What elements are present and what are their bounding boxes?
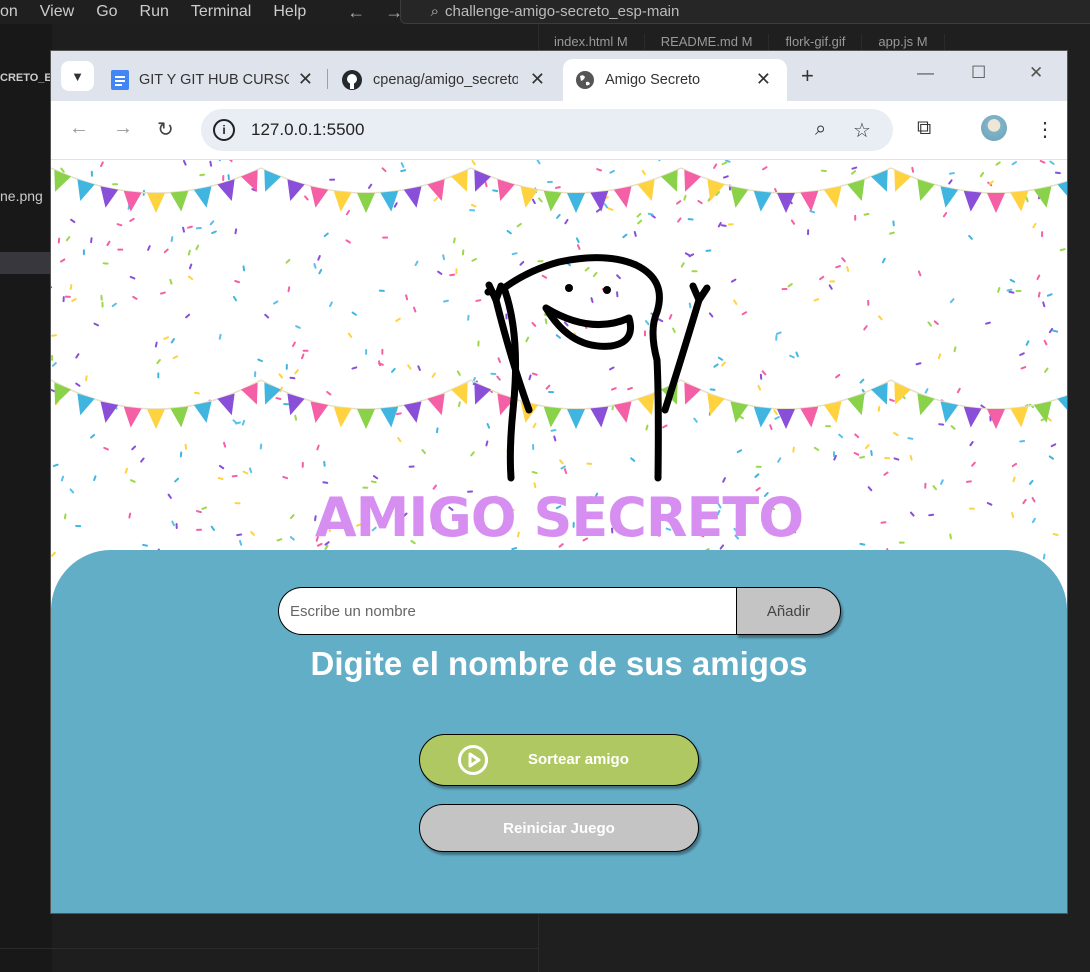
tab-title: Amigo Secreto	[605, 72, 701, 88]
github-icon	[342, 70, 362, 90]
globe-icon	[576, 71, 594, 89]
tab-title: cpenag/amigo_secreto	[373, 72, 518, 88]
close-icon[interactable]: ✕	[756, 69, 771, 90]
back-arrow-icon[interactable]: ←	[337, 2, 375, 23]
play-icon	[458, 745, 488, 775]
tab-strip: ▼ GIT Y GIT HUB CURSO ✕ cpenag/amigo_sec…	[51, 51, 1067, 101]
divider	[0, 948, 538, 949]
search-icon: ⌕	[430, 3, 440, 20]
tab-github-repo[interactable]: cpenag/amigo_secreto ✕	[333, 59, 561, 101]
menu-item-run[interactable]: Run	[129, 0, 180, 24]
chevron-down-icon: ▼	[71, 68, 84, 84]
reload-icon[interactable]: ↻	[157, 117, 174, 142]
explorer-folder-label: CRETO_E	[0, 72, 52, 84]
bookmark-star-icon[interactable]: ☆	[853, 118, 871, 143]
close-window-icon[interactable]: ✕	[1029, 63, 1043, 83]
google-docs-icon	[111, 70, 129, 90]
explorer-file-item[interactable]: ne.png	[0, 188, 43, 204]
close-icon[interactable]: ✕	[530, 69, 545, 90]
flork-character-illustration	[484, 254, 711, 482]
forward-icon[interactable]: →	[113, 117, 133, 140]
menu-item-selection[interactable]: on	[0, 0, 29, 24]
menu-item-go[interactable]: Go	[85, 0, 128, 24]
explorer-selected-row[interactable]	[0, 252, 52, 274]
tab-amigo-secreto[interactable]: Amigo Secreto ✕	[563, 59, 787, 101]
back-icon[interactable]: ←	[69, 117, 89, 140]
site-info-icon[interactable]: i	[213, 119, 235, 141]
minimize-icon[interactable]: —	[917, 63, 934, 83]
page-title: AMIGO SECRETO	[314, 486, 804, 549]
kebab-menu-icon[interactable]: ⋮	[1035, 117, 1055, 142]
menu-item-terminal[interactable]: Terminal	[180, 0, 262, 24]
new-tab-plus-icon[interactable]: +	[801, 63, 814, 89]
name-input[interactable]	[278, 587, 738, 635]
avatar[interactable]	[981, 115, 1007, 141]
menu-item-view[interactable]: View	[29, 0, 85, 24]
command-center-search[interactable]: ⌕ challenge-amigo-secreto_esp-main	[400, 0, 1090, 24]
extensions-puzzle-icon[interactable]: ⧉	[917, 117, 931, 140]
tab-search-button[interactable]: ▼	[61, 61, 94, 91]
workspace-name: challenge-amigo-secreto_esp-main	[445, 3, 680, 20]
url-text[interactable]: 127.0.0.1:5500	[251, 120, 364, 140]
explorer-sidebar	[0, 24, 52, 972]
close-icon[interactable]: ✕	[298, 69, 313, 90]
page-content: AMIGO SECRETO Añadir Digite el nombre de…	[51, 160, 1067, 913]
reset-game-button[interactable]: Reiniciar Juego	[419, 804, 699, 852]
hero-banner: AMIGO SECRETO	[51, 160, 1067, 580]
main-panel: Añadir Digite el nombre de sus amigos So…	[51, 550, 1067, 913]
tab-git-curso[interactable]: GIT Y GIT HUB CURSO ✕	[103, 59, 329, 101]
draw-button-label: Sortear amigo	[528, 751, 629, 768]
draw-friend-button[interactable]: Sortear amigo	[419, 734, 699, 786]
menu-item-help[interactable]: Help	[262, 0, 317, 24]
add-button[interactable]: Añadir	[736, 587, 841, 635]
address-bar[interactable]: i 127.0.0.1:5500 ⌕ ☆	[201, 109, 893, 151]
browser-toolbar: ← → ↻ i 127.0.0.1:5500 ⌕ ☆ ⧉ ⋮	[51, 101, 1067, 160]
zoom-icon[interactable]: ⌕	[815, 118, 826, 141]
tab-title: GIT Y GIT HUB CURSO	[139, 72, 289, 88]
instruction-heading: Digite el nombre de sus amigos	[310, 645, 808, 682]
maximize-icon[interactable]: ☐	[971, 63, 986, 83]
tab-separator	[327, 69, 328, 89]
browser-window: ▼ GIT Y GIT HUB CURSO ✕ cpenag/amigo_sec…	[51, 51, 1067, 913]
